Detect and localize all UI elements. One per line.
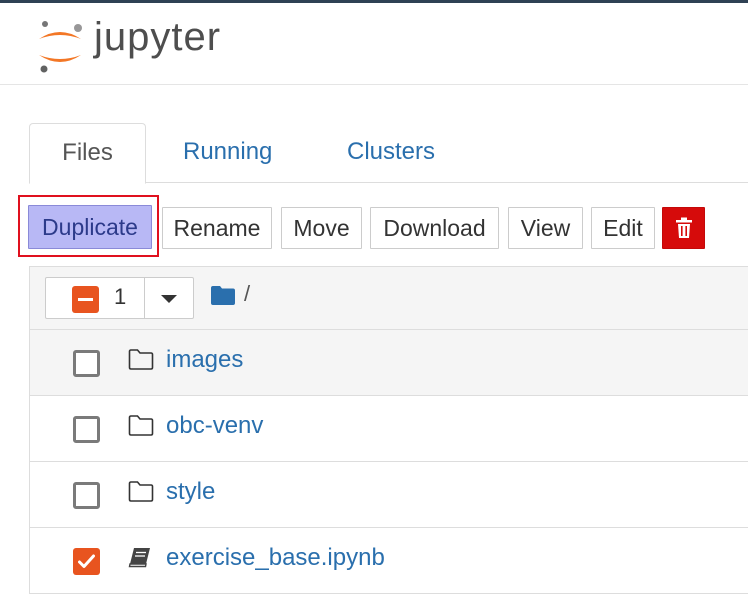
list-item: images bbox=[30, 330, 748, 396]
caret-down-icon[interactable] bbox=[161, 295, 177, 303]
folder-icon bbox=[128, 481, 154, 502]
selection-divider bbox=[144, 278, 145, 318]
breadcrumb-root[interactable]: / bbox=[244, 281, 250, 307]
selected-count: 1 bbox=[114, 284, 127, 309]
list-item: exercise_base.ipynb bbox=[30, 528, 748, 594]
file-list: 1 / images obc-venv style exercise_base.… bbox=[29, 266, 748, 594]
item-checkbox-checked[interactable] bbox=[73, 548, 100, 575]
tab-clusters[interactable]: Clusters bbox=[347, 123, 435, 183]
item-link[interactable]: obc-venv bbox=[166, 412, 263, 440]
list-item: obc-venv bbox=[30, 396, 748, 462]
item-checkbox[interactable] bbox=[73, 482, 100, 509]
delete-button[interactable] bbox=[662, 207, 705, 249]
selection-dropdown[interactable]: 1 bbox=[45, 277, 194, 319]
view-button[interactable]: View bbox=[508, 207, 583, 249]
trash-icon bbox=[676, 217, 692, 238]
folder-icon bbox=[128, 415, 154, 436]
jupyter-logo-icon[interactable] bbox=[36, 17, 84, 75]
select-all-checkbox[interactable] bbox=[72, 286, 99, 313]
checkmark-icon bbox=[78, 554, 95, 568]
edit-button[interactable]: Edit bbox=[591, 207, 655, 249]
list-item: style bbox=[30, 462, 748, 528]
rename-button[interactable]: Rename bbox=[162, 207, 272, 249]
item-link[interactable]: style bbox=[166, 478, 215, 506]
move-button[interactable]: Move bbox=[281, 207, 362, 249]
notebook-icon bbox=[128, 548, 150, 568]
tab-running[interactable]: Running bbox=[183, 123, 272, 183]
header: jupyter bbox=[0, 3, 748, 85]
duplicate-button[interactable]: Duplicate bbox=[28, 205, 152, 249]
folder-home-icon[interactable] bbox=[211, 285, 235, 305]
download-button[interactable]: Download bbox=[370, 207, 499, 249]
tab-files[interactable]: Files bbox=[29, 123, 146, 184]
item-link[interactable]: exercise_base.ipynb bbox=[166, 544, 385, 572]
item-link[interactable]: images bbox=[166, 346, 243, 374]
item-checkbox[interactable] bbox=[73, 416, 100, 443]
jupyter-wordmark: jupyter bbox=[94, 15, 222, 59]
tab-bar: Files Running Clusters bbox=[0, 123, 748, 184]
item-checkbox[interactable] bbox=[73, 350, 100, 377]
file-list-header: 1 / bbox=[30, 267, 748, 330]
folder-icon bbox=[128, 349, 154, 370]
